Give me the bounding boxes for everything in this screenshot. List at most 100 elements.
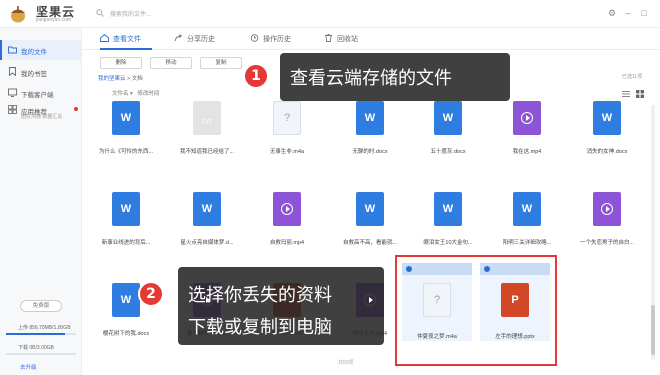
sort-by-time[interactable]: 修改时间: [137, 91, 159, 97]
grid-view-icon[interactable]: [636, 90, 644, 98]
unknown-file-icon: ?: [273, 101, 301, 135]
word-file-icon: W: [112, 192, 140, 226]
logo[interactable]: 坚果云 jianguoyun.com: [8, 3, 88, 25]
top-bar: 坚果云 jianguoyun.com 搜索我的文件... ⚙ – □: [0, 0, 660, 28]
file-name: 五十度灰.docx: [430, 149, 466, 155]
file-name: 星火点亮自媒体梦.d...: [180, 240, 234, 246]
file-name: 消失的女神.docx: [586, 149, 628, 155]
word-file-icon: W: [112, 283, 140, 317]
file-item[interactable]: W 五十度灰.docx: [408, 101, 488, 169]
file-item[interactable]: W 为什么《可怜的东西...: [86, 101, 166, 169]
active-tab-indicator: [100, 48, 152, 50]
word-file-icon: W: [193, 192, 221, 226]
maximize-icon[interactable]: □: [638, 7, 650, 19]
file-name: 自救玛丽.mp4: [269, 240, 305, 246]
step-badge: 1: [243, 63, 269, 89]
upload-quota-fill: [6, 333, 65, 335]
nut-logo-icon: [11, 6, 25, 23]
download-icon: [8, 88, 17, 97]
callout-text-line2: 下载或复制到电脑: [188, 317, 332, 338]
file-item[interactable]: W 消失的女神.docx: [567, 101, 647, 169]
word-file-icon: W: [356, 192, 384, 226]
apps-icon: [8, 105, 17, 114]
search-input[interactable]: 搜索我的文件...: [96, 6, 296, 21]
video-file-icon: [273, 192, 301, 226]
word-file-icon: W: [356, 101, 384, 135]
tab-bar: 查看文件 分享历史 操作历史 回收站: [82, 28, 660, 50]
sidebar: 我的文件 我的书签 下载客户端 应用推荐 团队沟通 数据汇总 免费版 上传 85…: [0, 28, 82, 375]
callout-text-line1: 选择你丢失的资料: [188, 285, 332, 306]
copy-button[interactable]: 复制: [200, 57, 242, 69]
file-item[interactable]: W 新事业线进的背后...: [86, 192, 166, 260]
video-file-icon: [513, 101, 541, 135]
tab-share-history[interactable]: 分享历史: [174, 34, 215, 44]
notification-icon[interactable]: ⚙: [606, 7, 618, 19]
file-item[interactable]: 我在这.mp4: [487, 101, 567, 169]
word-file-icon: W: [434, 101, 462, 135]
breadcrumb-separator: >: [127, 76, 131, 82]
file-name: 一个失恋男子的自白...: [579, 240, 635, 246]
file-item[interactable]: TXT 我不知道我已经给了...: [167, 101, 247, 169]
txt-file-icon: TXT: [193, 101, 221, 135]
search-icon: [96, 9, 104, 17]
sidebar-item-my-files[interactable]: 我的文件: [0, 40, 82, 60]
breadcrumb: 我的坚果云 > 文档: [98, 74, 143, 82]
tab-view-files[interactable]: 查看文件: [100, 34, 141, 44]
file-name: 樱花树下的我.docx: [102, 331, 150, 337]
app-recommend-subtitle: 团队沟通 数据汇总: [21, 114, 63, 120]
download-quota: 下载 0B/3.00GB: [18, 345, 54, 351]
app-domain: jianguoyun.com: [36, 17, 72, 23]
file-item[interactable]: W 阳明三关详细攻略...: [487, 192, 567, 260]
file-name: 无聊的时.docx: [352, 149, 388, 155]
step-badge: 2: [138, 281, 164, 307]
upload-quota: 上传 856.70MB/1.00GB: [18, 325, 71, 331]
file-name: 我不知道我已经给了...: [179, 149, 235, 155]
file-item[interactable]: W 眼泪女王10大金句...: [408, 192, 488, 260]
app-window: 坚果云 jianguoyun.com 搜索我的文件... ⚙ – □ 我的文件 …: [0, 0, 660, 375]
scrollbar[interactable]: [651, 105, 655, 360]
word-file-icon: W: [112, 101, 140, 135]
footer-count: 共50项: [338, 360, 354, 366]
sort-by-name[interactable]: 文件名: [112, 91, 129, 97]
history-icon: [250, 34, 259, 42]
file-name: 我在这.mp4: [512, 149, 542, 155]
word-file-icon: W: [593, 101, 621, 135]
file-name: 无事生非.m4a: [269, 149, 305, 155]
scrollbar-thumb[interactable]: [651, 305, 655, 355]
file-item[interactable]: W 无聊的时.docx: [330, 101, 410, 169]
search-placeholder: 搜索我的文件...: [110, 12, 152, 18]
breadcrumb-current: 文档: [131, 76, 143, 82]
notification-dot: [74, 107, 78, 111]
minimize-icon[interactable]: –: [622, 7, 634, 19]
bookmark-icon: [9, 67, 16, 76]
file-item[interactable]: ? 无事生非.m4a: [247, 101, 327, 169]
file-item[interactable]: 一个失恋男子的自白...: [567, 192, 647, 260]
tab-recycle-bin[interactable]: 回收站: [324, 34, 358, 44]
highlight-box: [395, 255, 557, 366]
sort-bar: 文件名 ▾ 修改时间: [112, 91, 160, 97]
home-icon: [100, 34, 109, 42]
breadcrumb-root[interactable]: 我的坚果云: [98, 76, 126, 82]
trash-icon: [325, 34, 332, 42]
file-item[interactable]: 自救玛丽.mp4: [247, 192, 327, 260]
upgrade-link[interactable]: 去升级: [20, 363, 37, 371]
download-quota-bar: [6, 353, 76, 355]
list-view-icon[interactable]: [622, 90, 630, 98]
delete-button[interactable]: 删除: [100, 57, 142, 69]
sidebar-item-bookmarks[interactable]: 我的书签: [0, 62, 82, 82]
word-file-icon: W: [434, 192, 462, 226]
share-icon: [174, 34, 183, 42]
upload-quota-bar: [6, 333, 76, 335]
file-name: 阳明三关详细攻略...: [502, 240, 552, 246]
word-file-icon: W: [513, 192, 541, 226]
file-name: 自救高不高，看能就...: [342, 240, 398, 246]
move-button[interactable]: 移动: [150, 57, 192, 69]
tab-operation-history[interactable]: 操作历史: [250, 34, 291, 44]
file-name: 为什么《可怜的东西...: [98, 149, 154, 155]
file-name: 眼泪女王10大金句...: [423, 240, 473, 246]
callout-text: 查看云端存储的文件: [290, 68, 452, 89]
file-name: 新事业线进的背后...: [101, 240, 151, 246]
file-item[interactable]: W 星火点亮自媒体梦.d...: [167, 192, 247, 260]
free-plan-button[interactable]: 免费版: [20, 300, 62, 312]
file-item[interactable]: W 自救高不高，看能就...: [330, 192, 410, 260]
